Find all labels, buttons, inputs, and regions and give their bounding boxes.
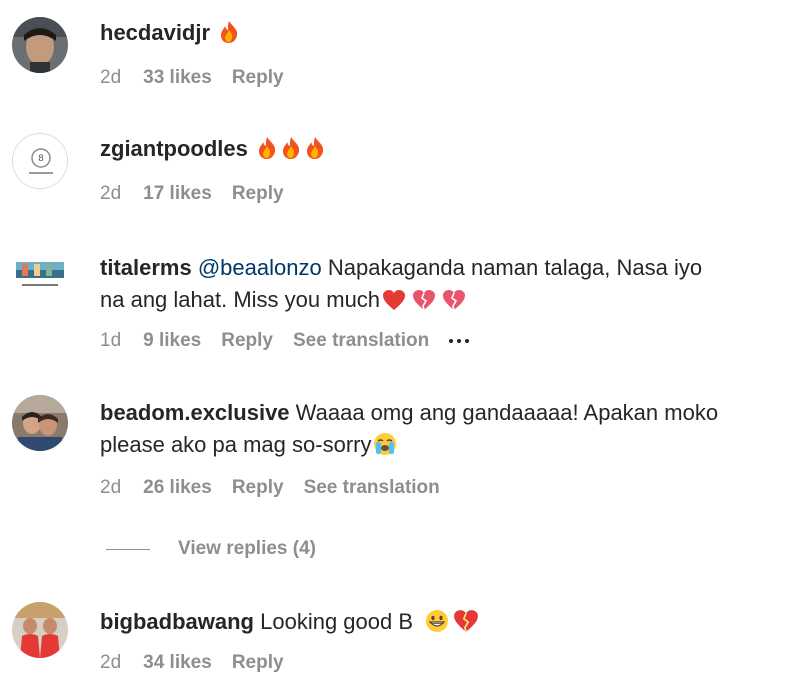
reply-button[interactable]: Reply [232, 67, 284, 89]
likes-count[interactable]: 9 likes [143, 330, 201, 352]
comment-time[interactable]: 2d [100, 67, 121, 89]
avatar[interactable] [12, 395, 68, 451]
comment-body: zgiantpoodles [100, 133, 780, 169]
comment-meta: 2d 26 likes Reply See translation [100, 477, 460, 499]
see-translation-button[interactable]: See translation [293, 330, 429, 352]
comment-text: hecdavidjr [100, 17, 780, 53]
reply-button[interactable]: Reply [232, 477, 284, 499]
comment-time[interactable]: 2d [100, 477, 121, 499]
avatar[interactable] [12, 17, 68, 73]
comment-text-line-2: na ang lahat. Miss you much [100, 287, 381, 312]
comment-text: titalerms @beaalonzo Napakaganda naman t… [100, 252, 780, 284]
comment-meta: 2d 34 likes Reply [100, 652, 304, 674]
comment-time[interactable]: 2d [100, 652, 121, 674]
comment-meta: 1d 9 likes Reply See translation [100, 330, 489, 352]
reply-button[interactable]: Reply [232, 652, 284, 674]
grinning-face-emoji [425, 609, 449, 642]
username[interactable]: zgiantpoodles [100, 136, 248, 161]
likes-count[interactable]: 33 likes [143, 67, 212, 89]
username[interactable]: titalerms [100, 255, 192, 280]
broken-heart-emoji [412, 288, 436, 320]
avatar[interactable]: 8 [12, 133, 68, 189]
svg-text:8: 8 [38, 154, 44, 164]
comment-body: hecdavidjr [100, 17, 780, 53]
comment-text-continued: please ako pa mag so-sorry [100, 429, 780, 465]
likes-count[interactable]: 17 likes [143, 183, 212, 205]
username[interactable]: beadom.exclusive [100, 400, 290, 425]
avatar[interactable] [12, 248, 68, 304]
comment-text: beadom.exclusive Waaaa omg ang gandaaaaa… [100, 397, 780, 429]
view-replies-button[interactable]: View replies (4) [106, 538, 316, 560]
likes-count[interactable]: 26 likes [143, 477, 212, 499]
broken-heart-emoji [453, 609, 479, 642]
crying-face-emoji [373, 432, 397, 465]
comment-text-continued: na ang lahat. Miss you much [100, 284, 780, 320]
comment-text: zgiantpoodles [100, 133, 780, 169]
comment-meta: 2d 17 likes Reply [100, 183, 304, 205]
comment-body: bigbadbawang Looking good B [100, 606, 780, 642]
see-translation-button[interactable]: See translation [304, 477, 440, 499]
view-replies-label: View replies (4) [178, 538, 316, 559]
fire-emoji [304, 136, 326, 169]
comment-text-line-2: please ako pa mag so-sorry [100, 432, 372, 457]
comment-text-line-1: Napakaganda naman talaga, Nasa iyo [327, 255, 703, 280]
reply-button[interactable]: Reply [221, 330, 273, 352]
fire-emoji [218, 20, 240, 53]
mention-link[interactable]: @beaalonzo [198, 255, 322, 280]
comment-meta: 2d 33 likes Reply [100, 67, 304, 89]
broken-heart-emoji [442, 288, 466, 320]
likes-count[interactable]: 34 likes [143, 652, 212, 674]
username[interactable]: hecdavidjr [100, 20, 210, 45]
more-options-icon[interactable] [449, 339, 470, 343]
username[interactable]: bigbadbawang [100, 609, 254, 634]
reply-button[interactable]: Reply [232, 183, 284, 205]
comment-text-line-1: Waaaa omg ang gandaaaaa! Apakan moko [295, 400, 719, 425]
fire-emoji [256, 136, 278, 169]
red-heart-emoji [382, 288, 406, 320]
replies-divider [106, 548, 150, 550]
comment-text-line-1: Looking good B [260, 609, 414, 634]
comment-body: beadom.exclusive Waaaa omg ang gandaaaaa… [100, 397, 780, 465]
comment-time[interactable]: 1d [100, 330, 121, 352]
avatar[interactable] [12, 602, 68, 658]
comment-body: titalerms @beaalonzo Napakaganda naman t… [100, 252, 780, 320]
comment-text: bigbadbawang Looking good B [100, 606, 780, 642]
fire-emoji [280, 136, 302, 169]
comment-time[interactable]: 2d [100, 183, 121, 205]
